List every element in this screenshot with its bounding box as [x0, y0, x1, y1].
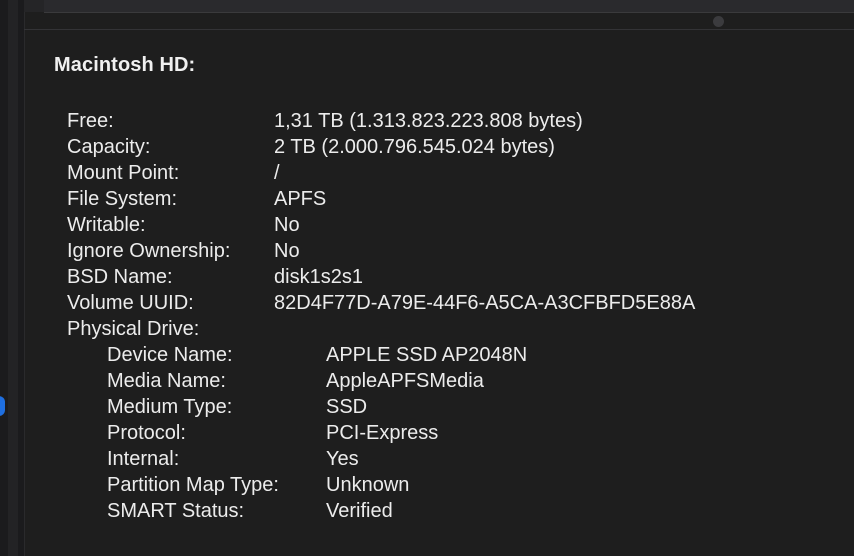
system-info-window: Macintosh HD: Free: 1,31 TB (1.313.823.2… [0, 0, 854, 556]
property-label: BSD Name: [67, 266, 173, 288]
property-value: Yes [326, 448, 359, 470]
property-value: Unknown [326, 474, 410, 496]
property-label: Medium Type: [107, 396, 233, 418]
property-value: 1,31 TB (1.313.823.223.808 bytes) [274, 110, 583, 132]
property-label: Writable: [67, 214, 146, 236]
property-value: 82D4F77D-A79E-44F6-A5CA-A3CFBFD5E88A [274, 292, 696, 314]
property-label: SMART Status: [107, 500, 245, 522]
property-value: Verified [326, 500, 393, 522]
property-label: Internal: [107, 448, 180, 470]
top-panel-strip [44, 0, 854, 13]
split-view-handle[interactable] [713, 16, 724, 27]
volume-title: Macintosh HD: [54, 54, 196, 76]
property-label: Free: [67, 110, 114, 132]
property-value: SSD [326, 396, 368, 418]
property-value: 2 TB (2.000.796.545.024 bytes) [274, 136, 555, 158]
panel-divider[interactable] [24, 29, 854, 30]
property-value: / [274, 162, 280, 184]
property-value: AppleAPFSMedia [326, 370, 484, 392]
property-value: No [274, 240, 300, 262]
property-value: PCI-Express [326, 422, 439, 444]
property-label: Volume UUID: [67, 292, 194, 314]
property-label: Mount Point: [67, 162, 180, 184]
property-value: No [274, 214, 300, 236]
property-value: APFS [274, 188, 327, 210]
property-label: Device Name: [107, 344, 233, 366]
property-value: APPLE SSD AP2048N [326, 344, 528, 366]
sidebar-edge [0, 0, 25, 556]
property-label: Media Name: [107, 370, 226, 392]
sidebar-edge-inner [8, 0, 18, 556]
property-label: File System: [67, 188, 178, 210]
property-label: Protocol: [107, 422, 186, 444]
property-label: Partition Map Type: [107, 474, 279, 496]
property-value: disk1s2s1 [274, 266, 363, 288]
top-strip-left [24, 0, 44, 12]
property-label: Ignore Ownership: [67, 240, 231, 262]
property-label: Physical Drive: [67, 318, 200, 340]
property-label: Capacity: [67, 136, 151, 158]
